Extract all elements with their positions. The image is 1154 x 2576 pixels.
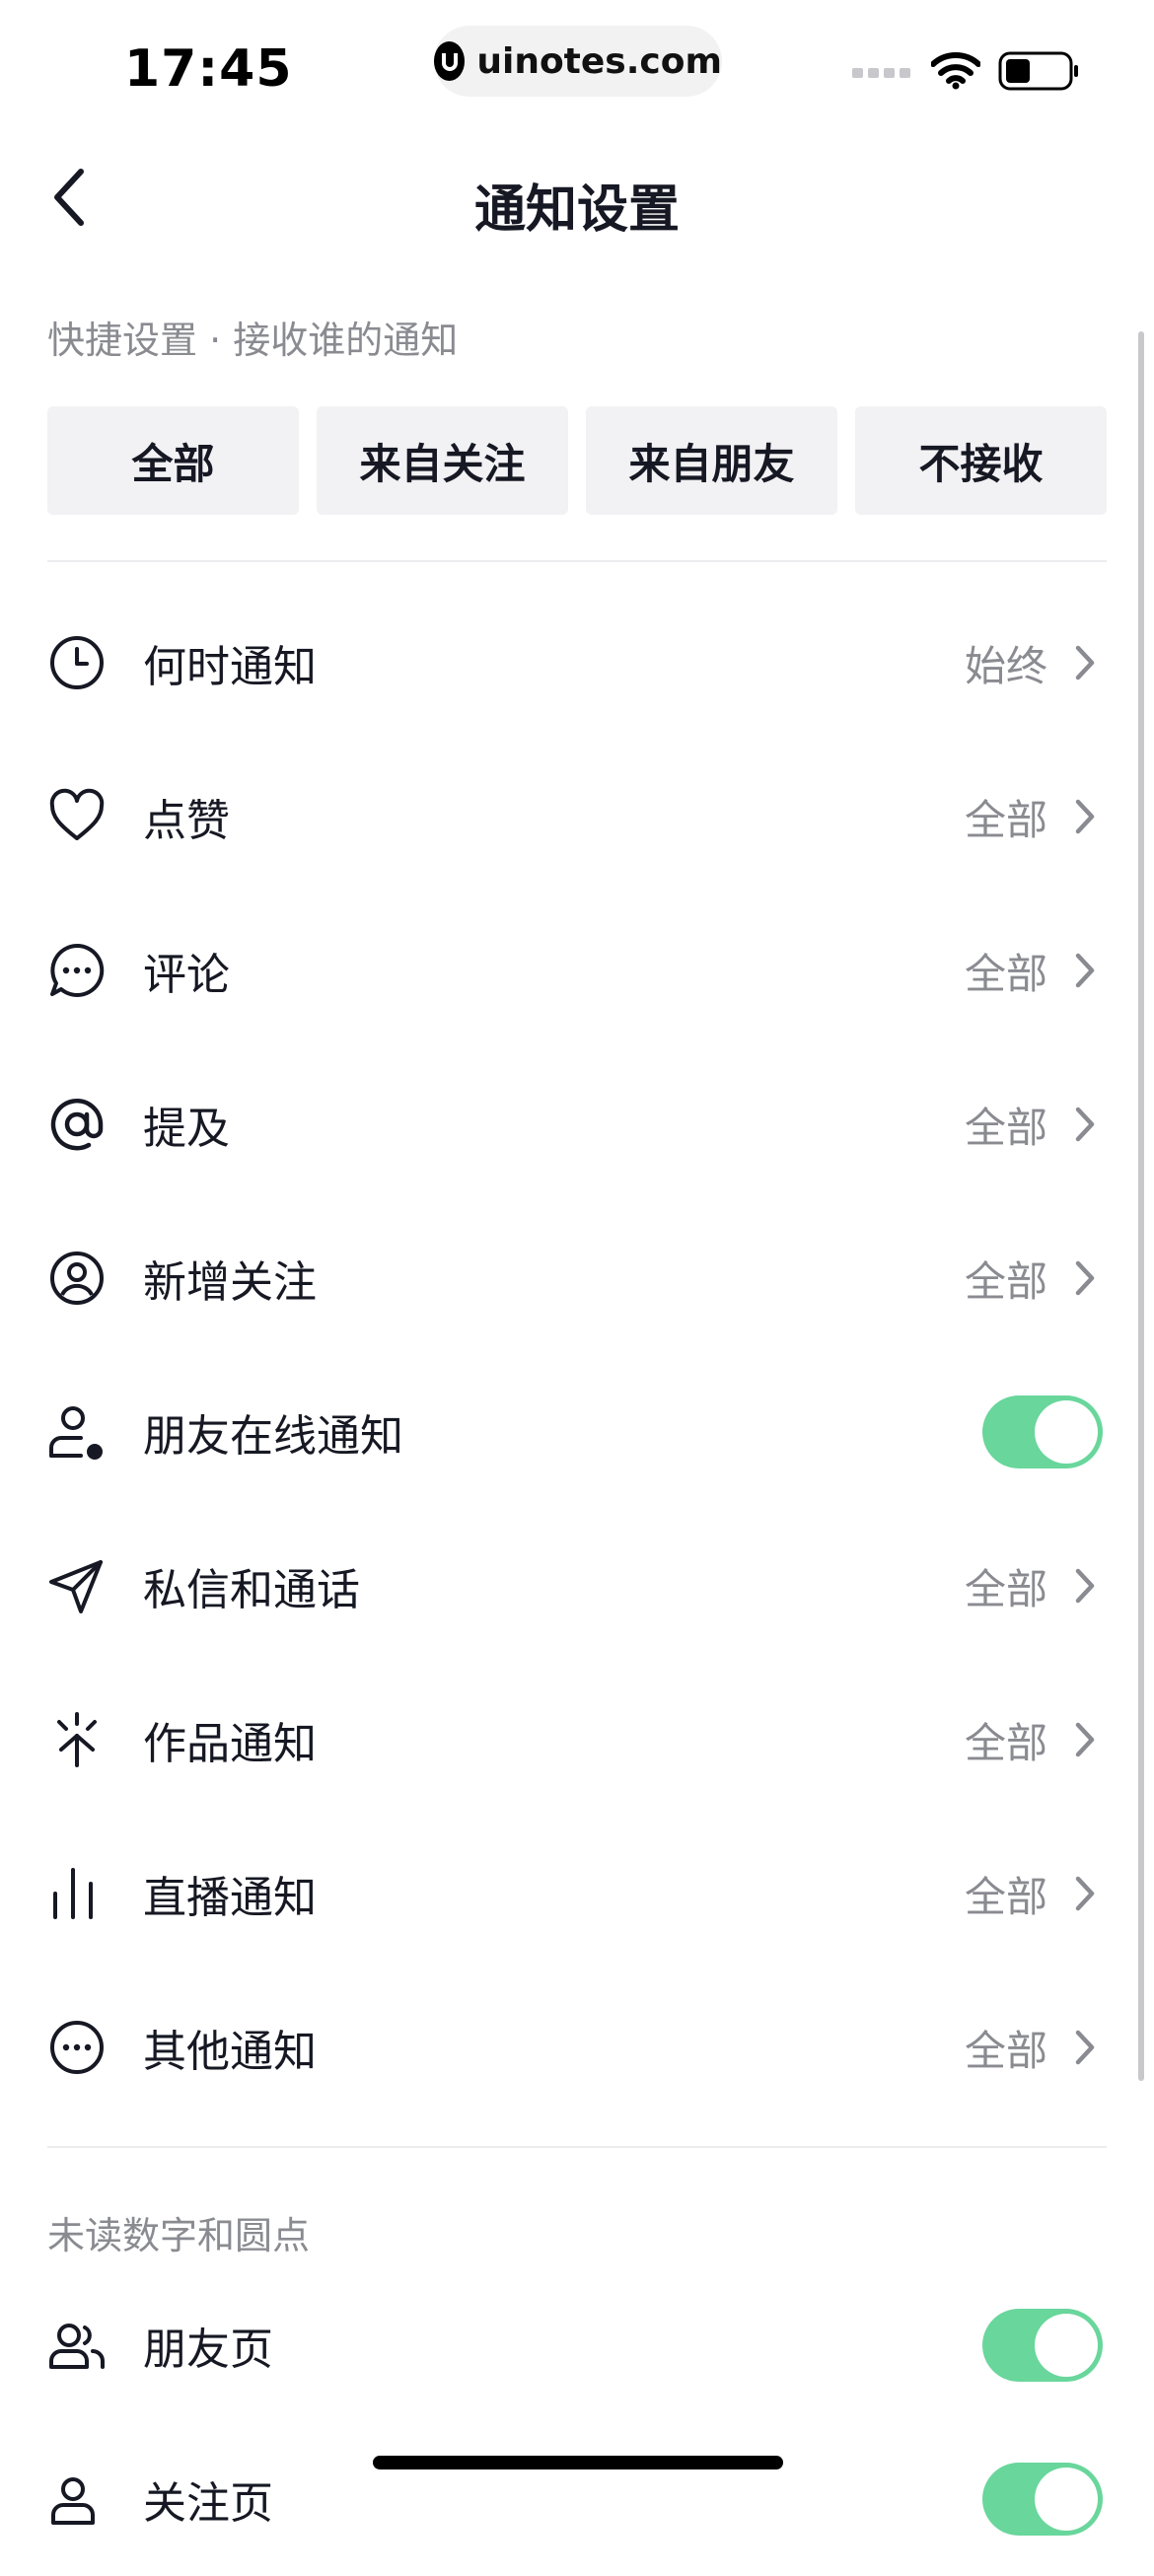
- chevron-right-icon: [1067, 1562, 1103, 1610]
- row-other-notify[interactable]: 其他通知 全部: [0, 1970, 1154, 2124]
- row-label: 其他通知: [143, 2027, 317, 2077]
- row-live-notify[interactable]: 直播通知 全部: [0, 1817, 1154, 1970]
- divider: [47, 2146, 1107, 2148]
- chevron-right-icon: [1067, 639, 1103, 686]
- row-label: 直播通知: [143, 1873, 317, 1923]
- chevron-right-icon: [1067, 1254, 1103, 1302]
- row-messages-calls[interactable]: 私信和通话 全部: [0, 1509, 1154, 1663]
- page-title: 通知设置: [473, 180, 680, 240]
- row-value: 全部: [964, 1718, 1047, 1767]
- user-circle-icon: [47, 1249, 107, 1308]
- at-icon: [47, 1095, 107, 1154]
- chevron-right-icon: [1067, 2024, 1103, 2071]
- more-circle-icon: [47, 2018, 107, 2077]
- row-label: 何时通知: [143, 642, 317, 692]
- signal-icon: [852, 68, 910, 78]
- row-label: 朋友在线通知: [143, 1411, 403, 1462]
- send-icon: [47, 1556, 107, 1615]
- user-online-icon: [47, 1402, 107, 1462]
- scrollbar[interactable]: [1138, 331, 1144, 2081]
- row-value: 全部: [964, 2026, 1047, 2075]
- divider: [47, 560, 1107, 562]
- chevron-right-icon: [1067, 1101, 1103, 1148]
- quick-settings-label: 快捷设置 · 接收谁的通知: [47, 319, 459, 362]
- row-value: 全部: [964, 1256, 1047, 1306]
- chevron-right-icon: [1067, 947, 1103, 994]
- home-indicator[interactable]: [373, 2456, 783, 2469]
- friends-online-toggle[interactable]: [982, 1395, 1103, 1468]
- chevron-right-icon: [1067, 793, 1103, 840]
- quick-option-friends[interactable]: 来自朋友: [586, 406, 837, 515]
- bars-icon: [47, 1864, 107, 1923]
- user-icon: [47, 2469, 107, 2529]
- row-label: 提及: [143, 1104, 230, 1154]
- row-value: 全部: [964, 949, 1047, 998]
- following-page-toggle[interactable]: [982, 2463, 1103, 2536]
- quick-option-all[interactable]: 全部: [47, 406, 299, 515]
- row-comments[interactable]: 评论 全部: [0, 894, 1154, 1047]
- nav-bar: 通知设置: [0, 138, 1154, 256]
- sparkle-icon: [47, 1710, 107, 1769]
- wifi-icon: [931, 52, 980, 90]
- row-label: 作品通知: [143, 1719, 317, 1769]
- row-value: 全部: [964, 795, 1047, 844]
- row-value: 全部: [964, 1103, 1047, 1152]
- row-value: 全部: [964, 1872, 1047, 1921]
- row-likes[interactable]: 点赞 全部: [0, 740, 1154, 894]
- toggle-knob: [1035, 2314, 1098, 2377]
- row-label: 关注页: [143, 2478, 273, 2529]
- row-works-notify[interactable]: 作品通知 全部: [0, 1663, 1154, 1817]
- status-icons: [852, 51, 1079, 91]
- friends-page-toggle[interactable]: [982, 2309, 1103, 2382]
- status-bar: 17:45 uinotes.com: [0, 0, 1154, 138]
- comment-icon: [47, 941, 107, 1000]
- row-label: 私信和通话: [143, 1565, 360, 1615]
- heart-icon: [47, 787, 107, 846]
- chevron-right-icon: [1067, 1870, 1103, 1917]
- row-following-page: 关注页: [0, 2422, 1154, 2576]
- chevron-right-icon: [1067, 1716, 1103, 1763]
- url-pill[interactable]: uinotes.com: [434, 26, 722, 97]
- row-new-followers[interactable]: 新增关注 全部: [0, 1201, 1154, 1355]
- friends-icon: [47, 2316, 107, 2375]
- battery-icon: [998, 51, 1078, 91]
- row-friends-page: 朋友页: [0, 2268, 1154, 2422]
- site-logo-icon: [434, 41, 466, 81]
- row-label: 点赞: [143, 796, 230, 846]
- toggle-knob: [1035, 1400, 1098, 1464]
- row-value: 始终: [964, 641, 1047, 690]
- quick-settings-options: 全部 来自关注 来自朋友 不接收: [47, 406, 1107, 515]
- toggle-knob: [1035, 2468, 1098, 2531]
- quick-option-following[interactable]: 来自关注: [317, 406, 568, 515]
- row-label: 评论: [143, 950, 230, 1000]
- row-friends-online: 朋友在线通知: [0, 1355, 1154, 1509]
- row-label: 新增关注: [143, 1257, 317, 1308]
- row-when-notify[interactable]: 何时通知 始终: [0, 586, 1154, 740]
- row-mentions[interactable]: 提及 全部: [0, 1047, 1154, 1201]
- clock-icon: [47, 633, 107, 692]
- unread-section-label: 未读数字和圆点: [47, 2214, 311, 2257]
- status-time: 17:45: [124, 39, 293, 99]
- quick-option-none[interactable]: 不接收: [855, 406, 1107, 515]
- row-value: 全部: [964, 1564, 1047, 1613]
- row-label: 朋友页: [143, 2325, 273, 2375]
- url-text: uinotes.com: [476, 40, 722, 82]
